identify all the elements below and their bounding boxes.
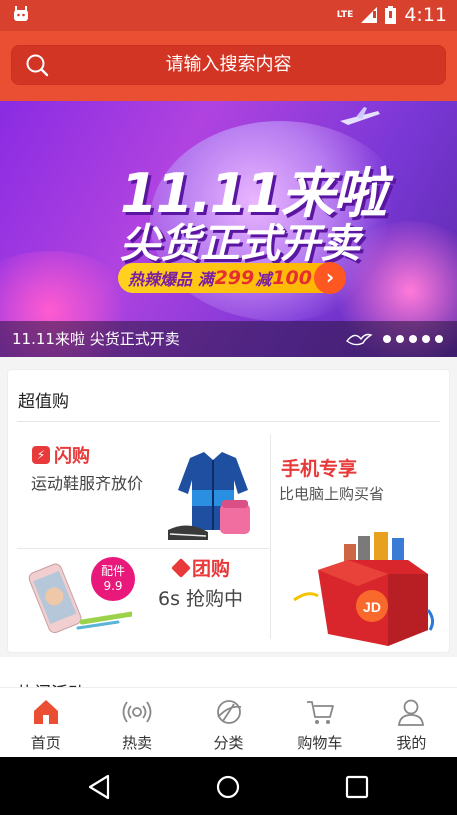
chevron-right-icon: ›: [314, 262, 346, 294]
android-notification-icon: [14, 6, 28, 21]
battery-icon: [385, 6, 397, 24]
status-time: 4:11: [404, 4, 447, 26]
flash-sale-label: 闪购: [54, 446, 90, 467]
carousel-dot[interactable]: [383, 335, 391, 343]
top-bar: 请输入搜索内容: [0, 31, 457, 101]
phone-exclusive-subtitle: 比电脑上购买省: [279, 485, 385, 503]
carousel-dot[interactable]: [409, 335, 417, 343]
flash-sale-title[interactable]: ⚡ 闪购: [32, 442, 90, 468]
banner-promo-pill[interactable]: 热辣爆品 满 299 减 100 ›: [118, 262, 346, 294]
section-title: 超值购: [18, 392, 69, 412]
bird-icon: [346, 333, 373, 346]
recents-icon[interactable]: [343, 773, 371, 801]
value-card: 超值购 ⚡ 闪购 运动鞋服齐放价 手机专享 比电脑上购买省 JD 配件 9.9 …: [7, 369, 450, 653]
value-section: 超值购 ⚡ 闪购 运动鞋服齐放价 手机专享 比电脑上购买省 JD 配件 9.9 …: [0, 357, 457, 657]
accessory-badge[interactable]: 配件 9.9: [91, 557, 135, 601]
system-nav-bar: [0, 757, 457, 815]
accessory-badge-label: 配件: [100, 564, 125, 578]
banner-caption: 11.11来啦 尖货正式开卖: [12, 330, 180, 348]
flash-sale-subtitle: 运动鞋服齐放价: [31, 474, 144, 493]
home-icon: [33, 700, 58, 724]
tab-label: 热卖: [122, 734, 153, 752]
back-icon[interactable]: [86, 773, 114, 801]
broadcast-icon: [122, 701, 152, 723]
promo-threshold: 299: [214, 267, 255, 289]
promo-mid: 减: [255, 270, 272, 289]
user-icon: [398, 699, 425, 726]
banner-subheadline: 尖货正式开卖: [120, 221, 360, 267]
hot-activities-section: 热门活动: [0, 657, 457, 687]
banner-caption-bar: 11.11来啦 尖货正式开卖: [0, 321, 457, 357]
tab-mine[interactable]: 我的: [366, 688, 457, 757]
jacket-image[interactable]: [168, 450, 258, 542]
accessory-badge-price: 9.9: [103, 579, 123, 593]
tab-label: 购物车: [297, 734, 343, 752]
carousel-dot[interactable]: [396, 335, 404, 343]
cart-icon: [306, 701, 334, 724]
group-buy-title[interactable]: 团购: [171, 554, 231, 581]
tab-cart[interactable]: 购物车: [274, 688, 365, 757]
group-buy-label: 团购: [192, 558, 231, 580]
phone-exclusive-title[interactable]: 手机专享: [281, 454, 357, 481]
home-nav-icon[interactable]: [214, 773, 242, 801]
section-title: 热门活动: [17, 679, 85, 687]
promo-banner[interactable]: 11.11来啦 尖货正式开卖 热辣爆品 满 299 减 100 › 11.11来…: [0, 101, 457, 357]
tab-category[interactable]: 分类: [183, 688, 274, 757]
gift-box-text: JD: [363, 599, 381, 615]
category-icon: [216, 700, 241, 724]
tag-icon: [171, 557, 191, 578]
promo-discount: 100: [272, 267, 312, 289]
signal-icon: [361, 7, 378, 23]
tab-hot[interactable]: 热卖: [91, 688, 182, 757]
tab-home[interactable]: 首页: [0, 688, 91, 757]
promo-prefix: 热辣爆品 满: [128, 270, 214, 289]
carousel-indicator[interactable]: [383, 335, 443, 343]
network-type: LTE: [336, 9, 354, 20]
status-bar: LTE 4:11: [0, 0, 457, 31]
gift-box-image[interactable]: JD: [288, 530, 438, 650]
group-buy-subtitle: 6s 抢购中: [158, 588, 244, 610]
airplane-icon: [340, 107, 380, 125]
carousel-dot[interactable]: [435, 335, 443, 343]
carousel-dot[interactable]: [422, 335, 430, 343]
search-placeholder: 请输入搜索内容: [165, 54, 292, 75]
search-bar[interactable]: 请输入搜索内容: [11, 45, 446, 85]
tab-label: 分类: [213, 734, 244, 752]
divider: [17, 421, 440, 422]
bottom-tab-bar: 首页 热卖 分类 购物车 我的: [0, 687, 457, 757]
lightning-icon: ⚡: [32, 446, 50, 464]
divider: [270, 434, 271, 639]
tab-label: 我的: [396, 734, 427, 752]
tab-label: 首页: [30, 734, 61, 752]
divider: [17, 548, 269, 549]
